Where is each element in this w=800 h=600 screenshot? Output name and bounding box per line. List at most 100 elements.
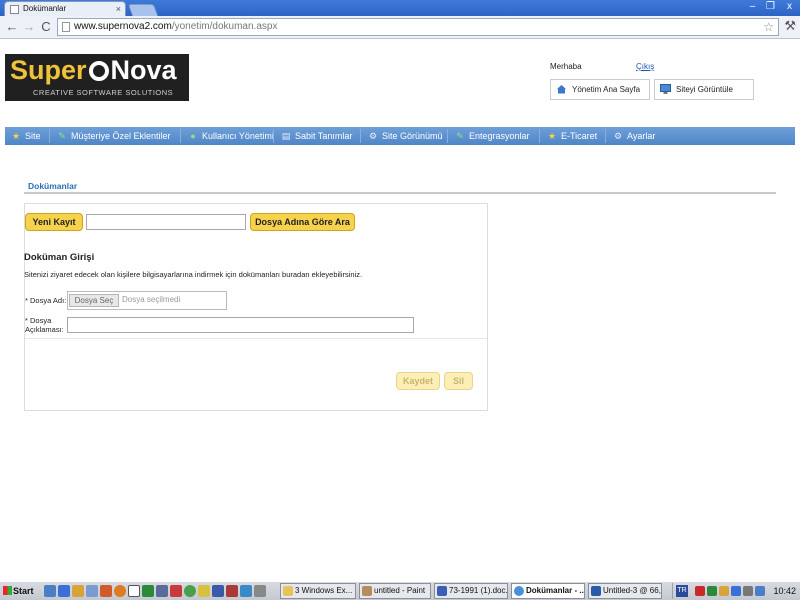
quicklaunch-firefox-icon[interactable] <box>114 585 126 597</box>
language-indicator[interactable]: TR <box>676 585 688 597</box>
new-record-button[interactable]: Yeni Kayıt <box>25 213 83 231</box>
quicklaunch-explorer-icon[interactable] <box>72 585 84 597</box>
window-close-icon[interactable]: x <box>781 1 798 13</box>
tray-network-icon[interactable] <box>731 586 741 596</box>
admin-home-label: Yönetim Ana Sayfa <box>572 85 641 94</box>
tray-app-icon[interactable] <box>695 586 705 596</box>
menu-item-settings[interactable]: ⚙ Ayarlar <box>613 127 655 145</box>
save-button[interactable]: Kaydet <box>396 372 440 390</box>
search-by-filename-button[interactable]: Dosya Adına Göre Ara <box>250 213 355 231</box>
quicklaunch-app-icon[interactable] <box>226 585 238 597</box>
page-icon <box>62 22 70 32</box>
task-label: untitled - Paint <box>374 586 426 595</box>
view-site-label: Siteyi Görüntüle <box>676 85 733 94</box>
menu-item-user-management[interactable]: ● Kullanıcı Yönetimi <box>188 127 274 145</box>
quicklaunch-app-icon[interactable] <box>128 585 140 597</box>
star-icon: ★ <box>547 131 557 141</box>
quicklaunch-app-icon[interactable] <box>156 585 168 597</box>
new-tab-button[interactable] <box>127 4 159 16</box>
menu-divider <box>539 129 540 143</box>
quicklaunch-app-icon[interactable] <box>254 585 266 597</box>
section-divider <box>24 192 776 194</box>
logo-ring-icon <box>88 61 109 81</box>
quicklaunch-app-icon[interactable] <box>212 585 224 597</box>
menu-item-site[interactable]: ★ Site <box>11 127 41 145</box>
task-label: Dokümanlar - ... <box>526 586 585 595</box>
forward-icon[interactable]: → <box>21 19 37 35</box>
delete-button[interactable]: Sil <box>444 372 473 390</box>
quicklaunch-ie-icon[interactable] <box>58 585 70 597</box>
quicklaunch-app-icon[interactable] <box>240 585 252 597</box>
quicklaunch-app-icon[interactable] <box>100 585 112 597</box>
tab-title: Dokümanlar <box>23 4 67 13</box>
quicklaunch-app-icon[interactable] <box>198 585 210 597</box>
menu-item-label: Entegrasyonlar <box>469 131 530 141</box>
menu-item-custom-plugins[interactable]: ✎ Müşteriye Özel Eklentiler <box>57 127 171 145</box>
supernova-logo[interactable]: Super Nova CREATIVE SOFTWARE SOLUTIONS <box>5 54 189 101</box>
tab-close-icon[interactable]: × <box>116 2 121 16</box>
choose-file-button[interactable]: Dosya Seç <box>69 294 119 307</box>
quicklaunch-app-icon[interactable] <box>86 585 98 597</box>
description-label-line1: * Dosya <box>25 316 52 325</box>
tray-app-icon[interactable] <box>719 586 729 596</box>
logo-word-super: Super <box>10 55 87 85</box>
menu-item-ecommerce[interactable]: ★ E-Ticaret <box>547 127 597 145</box>
chrome-icon <box>514 586 524 596</box>
address-bar[interactable]: www.supernova2.com/yonetim/dokuman.aspx … <box>57 18 779 36</box>
tray-volume-icon[interactable] <box>743 586 753 596</box>
taskbar-item-explorer[interactable]: 3 Windows Ex... <box>280 583 356 599</box>
form-divider <box>25 338 487 339</box>
url-host: www.supernova2.com <box>74 21 172 32</box>
menu-divider <box>180 129 181 143</box>
photoshop-icon <box>591 586 601 596</box>
star-icon: ★ <box>11 131 21 141</box>
search-input[interactable] <box>86 214 246 230</box>
admin-home-button[interactable]: Yönetim Ana Sayfa <box>550 79 650 100</box>
menu-item-label: Site Görünümü <box>382 131 443 141</box>
logo-word-nova: Nova <box>110 55 177 85</box>
form-description: Sitenizi ziyaret edecek olan kişilere bi… <box>24 270 363 279</box>
tray-app-icon[interactable] <box>755 586 765 596</box>
menu-item-fixed-definitions[interactable]: ▤ Sabit Tanımlar <box>281 127 353 145</box>
logo-tagline: CREATIVE SOFTWARE SOLUTIONS <box>33 88 174 97</box>
menu-item-site-appearance[interactable]: ⚙ Site Görünümü <box>368 127 443 145</box>
gear-icon: ⚙ <box>613 131 623 141</box>
logout-link[interactable]: Çıkış <box>636 62 654 71</box>
menu-divider <box>447 129 448 143</box>
taskbar-item-paint[interactable]: untitled - Paint <box>359 583 431 599</box>
taskbar-item-chrome[interactable]: Dokümanlar - ... <box>511 583 585 599</box>
pencil-icon: ✎ <box>456 131 464 141</box>
quicklaunch-chrome-icon[interactable] <box>184 585 196 597</box>
menu-item-integrations[interactable]: ✎ Entegrasyonlar <box>455 127 530 145</box>
quicklaunch-desktop-icon[interactable] <box>44 585 56 597</box>
menu-divider <box>49 129 50 143</box>
browser-tab-active[interactable]: Dokümanlar × <box>4 1 126 16</box>
reload-icon[interactable]: C <box>38 19 54 35</box>
start-button[interactable]: Start <box>0 582 36 600</box>
description-input[interactable] <box>67 317 414 333</box>
windows-flag-icon <box>3 586 12 595</box>
wrench-menu-icon[interactable]: ⚒ <box>784 18 796 34</box>
quicklaunch-app-icon[interactable] <box>142 585 154 597</box>
menu-item-label: Ayarlar <box>627 131 656 141</box>
taskbar-item-photoshop[interactable]: Untitled-3 @ 66,... <box>588 583 662 599</box>
file-status-text: Dosya seçilmedi <box>122 295 181 304</box>
task-label: 73-1991 (1).doc... <box>449 586 508 595</box>
monitor-icon <box>660 84 671 94</box>
clock: 10:42 <box>773 586 796 596</box>
browser-toolbar: ← → C www.supernova2.com/yonetim/dokuman… <box>0 16 800 39</box>
quicklaunch-app-icon[interactable] <box>170 585 182 597</box>
user-icon: ● <box>190 131 196 141</box>
bookmark-star-icon[interactable]: ☆ <box>763 19 774 35</box>
folder-icon <box>283 586 293 596</box>
section-title: Dokümanlar <box>28 181 78 191</box>
taskbar-item-word[interactable]: 73-1991 (1).doc... <box>434 583 508 599</box>
view-site-button[interactable]: Siteyi Görüntüle <box>654 79 754 100</box>
maximize-icon[interactable]: ❐ <box>762 1 779 13</box>
tray-app-icon[interactable] <box>707 586 717 596</box>
minimize-icon[interactable]: – <box>744 1 761 13</box>
paint-icon <box>362 586 372 596</box>
back-icon[interactable]: ← <box>4 19 20 35</box>
file-input[interactable]: Dosya Seç Dosya seçilmedi <box>67 291 227 310</box>
menu-item-label: Müşteriye Özel Eklentiler <box>71 131 171 141</box>
